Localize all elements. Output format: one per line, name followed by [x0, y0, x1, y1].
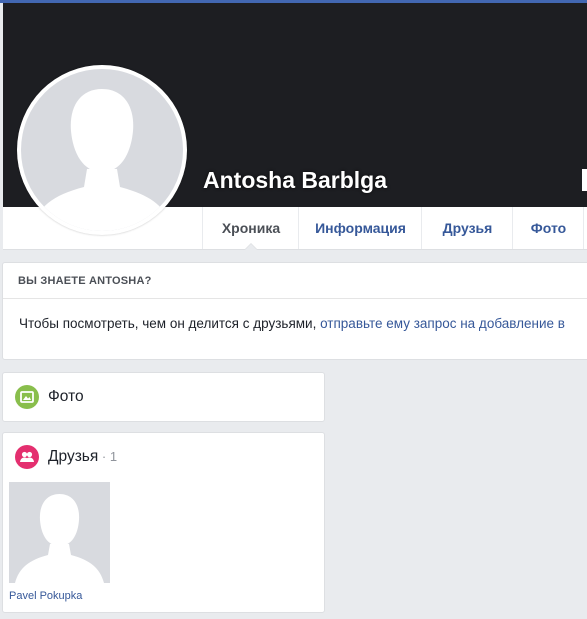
- tab-photos-label: Фото: [530, 220, 567, 236]
- profile-name[interactable]: Antosha Barblga: [203, 166, 387, 194]
- tab-photos[interactable]: Фото: [512, 207, 584, 249]
- friends-count: · 1: [98, 449, 118, 464]
- tab-timeline-label: Хроника: [221, 220, 281, 236]
- tab-more-edge[interactable]: [583, 207, 587, 249]
- tab-timeline[interactable]: Хроника: [202, 207, 299, 250]
- do-you-know-title: ВЫ ЗНАЕТЕ ANTOSHA?: [18, 275, 152, 287]
- do-you-know-text: Чтобы посмотреть, чем он делится с друзь…: [19, 316, 565, 331]
- do-you-know-body: Чтобы посмотреть, чем он делится с друзь…: [19, 316, 321, 331]
- friend-photo[interactable]: [9, 482, 110, 583]
- do-you-know-card: ВЫ ЗНАЕТЕ ANTOSHA? Чтобы посмотреть, чем…: [2, 262, 587, 360]
- person-silhouette-icon: [15, 494, 104, 583]
- profile-picture[interactable]: [17, 65, 187, 235]
- active-tab-caret: [244, 243, 258, 250]
- tab-info-label: Информация: [315, 220, 406, 236]
- photos-section-title[interactable]: Фото: [48, 388, 84, 406]
- friends-section: Друзья · 1 Pavel Pokupka: [2, 432, 325, 613]
- tab-friends-label: Друзья: [442, 220, 493, 236]
- send-friend-request-link[interactable]: отправьте ему запрос на добавление в: [320, 316, 565, 331]
- friend-name-link[interactable]: Pavel Pokupka: [9, 590, 82, 602]
- divider: [3, 298, 587, 299]
- tab-friends[interactable]: Друзья: [421, 207, 513, 249]
- photos-section[interactable]: Фото: [2, 372, 325, 422]
- photo-icon: [15, 385, 39, 409]
- tab-info[interactable]: Информация: [298, 207, 422, 249]
- friends-title-label: Друзья: [48, 448, 99, 465]
- cover-button-edge[interactable]: [582, 169, 587, 191]
- avatar-placeholder: [21, 69, 183, 231]
- friends-section-title[interactable]: Друзья · 1: [48, 448, 117, 466]
- person-silhouette-icon: [31, 89, 173, 231]
- friends-icon: [15, 445, 39, 469]
